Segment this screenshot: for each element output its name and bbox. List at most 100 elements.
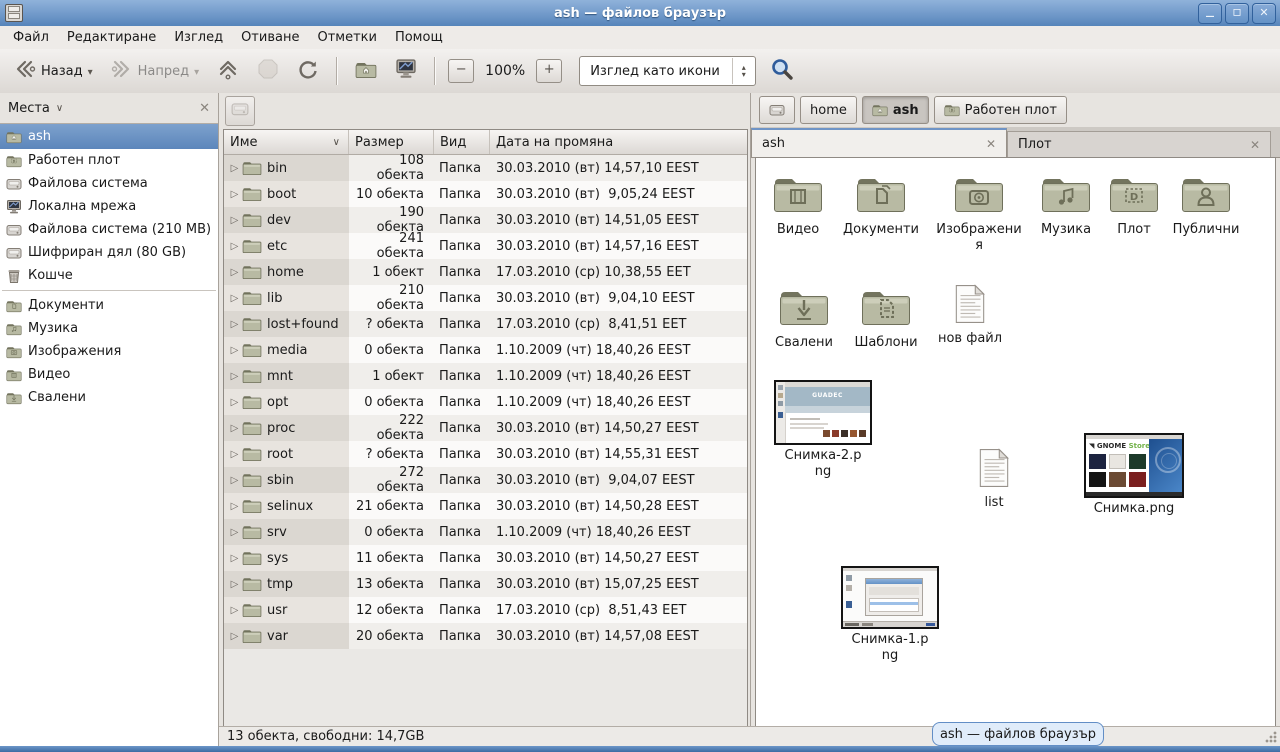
- resize-grip[interactable]: [1265, 731, 1277, 743]
- expander-icon[interactable]: [227, 189, 242, 200]
- computer-button[interactable]: [387, 53, 425, 89]
- table-row-mnt[interactable]: mnt1 обектПапка1.10.2009 (чт) 18,40,26 E…: [224, 363, 747, 389]
- home-button[interactable]: [347, 55, 385, 88]
- icon-item-Документи[interactable]: Документи: [835, 173, 927, 238]
- expander-icon[interactable]: [227, 475, 242, 486]
- expander-icon[interactable]: [227, 319, 242, 330]
- sidebar-close-icon[interactable]: [199, 101, 210, 116]
- places-selector[interactable]: Места: [8, 101, 63, 116]
- table-row-lib[interactable]: lib210 обектаПапка30.03.2010 (вт) 9,04,1…: [224, 285, 747, 311]
- breadcrumb-button-drive[interactable]: [759, 96, 795, 124]
- expander-icon[interactable]: [227, 163, 242, 174]
- table-row-tmp[interactable]: tmp13 обектаПапка30.03.2010 (вт) 15,07,2…: [224, 571, 747, 597]
- menu-item-2[interactable]: Изглед: [165, 28, 232, 47]
- zoom-in-button[interactable]: +: [536, 59, 562, 83]
- titlebar[interactable]: ash — файлов браузър: [0, 0, 1280, 27]
- expander-icon[interactable]: [227, 293, 242, 304]
- expander-icon[interactable]: [227, 605, 242, 616]
- expander-icon[interactable]: [227, 579, 242, 590]
- sidebar-item-Изображения[interactable]: Изображения: [0, 340, 218, 363]
- icon-view[interactable]: Видео Документи Изображения Музика D Пло…: [755, 157, 1276, 727]
- icon-item-Плот[interactable]: D Плот: [1099, 173, 1169, 238]
- table-row-usr[interactable]: usr12 обектаПапка17.03.2010 (ср) 8,51,43…: [224, 597, 747, 623]
- table-row-bin[interactable]: bin108 обектаПапка30.03.2010 (вт) 14,57,…: [224, 155, 747, 181]
- breadcrumb-button-Работен плот[interactable]: D Работен плот: [934, 96, 1067, 124]
- icon-item-Снимка-2.png[interactable]: GUADEC Снимка-2.png: [784, 380, 862, 479]
- expander-icon[interactable]: [227, 553, 242, 564]
- table-row-sbin[interactable]: sbin272 обектаПапка30.03.2010 (вт) 9,04,…: [224, 467, 747, 493]
- view-mode-select[interactable]: Изглед като икони ▴▾: [579, 56, 756, 86]
- sidebar-item-Музика[interactable]: Музика: [0, 317, 218, 340]
- menu-item-1[interactable]: Редактиране: [58, 28, 165, 47]
- table-row-boot[interactable]: boot10 обектаПапка30.03.2010 (вт) 9,05,2…: [224, 181, 747, 207]
- column-header-Дата на промяна[interactable]: Дата на промяна: [490, 130, 747, 154]
- search-button[interactable]: [770, 57, 794, 85]
- expander-icon[interactable]: [227, 527, 242, 538]
- table-row-root[interactable]: root? обектаПапка30.03.2010 (вт) 14,55,3…: [224, 441, 747, 467]
- sidebar-item-Кошче[interactable]: Кошче: [0, 264, 218, 287]
- tab-close-icon[interactable]: [1250, 138, 1260, 152]
- sidebar-item-Работен плот[interactable]: D Работен плот: [0, 149, 218, 172]
- menu-item-0[interactable]: Файл: [4, 28, 58, 47]
- table-row-etc[interactable]: etc241 обектаПапка30.03.2010 (вт) 14,57,…: [224, 233, 747, 259]
- expander-icon[interactable]: [227, 345, 242, 356]
- tab-ash[interactable]: ash: [751, 128, 1007, 157]
- tree-root-button[interactable]: [225, 96, 255, 126]
- expander-icon[interactable]: [227, 267, 242, 278]
- table-row-media[interactable]: media0 обектаПапка1.10.2009 (чт) 18,40,2…: [224, 337, 747, 363]
- stop-button[interactable]: [249, 53, 287, 89]
- expander-icon[interactable]: [227, 631, 242, 642]
- icon-item-Шаблони[interactable]: Шаблони: [846, 286, 926, 351]
- column-header-Вид[interactable]: Вид: [434, 130, 490, 154]
- zoom-out-button[interactable]: −: [448, 59, 474, 83]
- icon-item-нов файл[interactable]: нов файл: [930, 284, 1010, 347]
- menu-item-5[interactable]: Помощ: [386, 28, 452, 47]
- table-row-dev[interactable]: dev190 обектаПапка30.03.2010 (вт) 14,51,…: [224, 207, 747, 233]
- table-row-home[interactable]: home1 обектПапка17.03.2010 (ср) 10,38,55…: [224, 259, 747, 285]
- sidebar-item-Файлова система[interactable]: Файлова система: [0, 172, 218, 195]
- back-button[interactable]: Назад: [6, 53, 101, 89]
- taskbar-window-label[interactable]: ash — файлов браузър: [932, 722, 1104, 746]
- table-row-sys[interactable]: sys11 обектаПапка30.03.2010 (вт) 14,50,2…: [224, 545, 747, 571]
- forward-dropdown-icon[interactable]: [194, 64, 199, 79]
- expander-icon[interactable]: [227, 449, 242, 460]
- menu-item-4[interactable]: Отметки: [308, 28, 385, 47]
- sidebar-item-Документи[interactable]: Документи: [0, 294, 218, 317]
- table-row-var[interactable]: var20 обектаПапка30.03.2010 (вт) 14,57,0…: [224, 623, 747, 649]
- icon-item-list[interactable]: list: [959, 448, 1029, 511]
- column-header-Име[interactable]: Име: [224, 130, 349, 154]
- table-row-proc[interactable]: proc222 обектаПапка30.03.2010 (вт) 14,50…: [224, 415, 747, 441]
- minimize-button[interactable]: [1198, 3, 1222, 24]
- icon-item-Видео[interactable]: Видео: [758, 173, 838, 238]
- expander-icon[interactable]: [227, 241, 242, 252]
- close-button[interactable]: [1252, 3, 1276, 24]
- breadcrumb-button-home[interactable]: home: [800, 96, 857, 124]
- table-row-lost+found[interactable]: lost+found? обектаПапка17.03.2010 (ср) 8…: [224, 311, 747, 337]
- icon-item-Музика[interactable]: Музика: [1026, 173, 1106, 238]
- sidebar-item-Видео[interactable]: Видео: [0, 363, 218, 386]
- expander-icon[interactable]: [227, 397, 242, 408]
- table-row-srv[interactable]: srv0 обектаПапка1.10.2009 (чт) 18,40,26 …: [224, 519, 747, 545]
- expander-icon[interactable]: [227, 501, 242, 512]
- icon-item-Снимка.png[interactable]: ◥ GNOME Store Снимка.png: [1079, 433, 1189, 517]
- icon-item-Публични[interactable]: Публични: [1161, 173, 1251, 238]
- expander-icon[interactable]: [227, 215, 242, 226]
- icon-item-Снимка-1.png[interactable]: Снимка-1.png: [851, 566, 929, 663]
- up-button[interactable]: [209, 53, 247, 89]
- view-mode-spinner-icon[interactable]: ▴▾: [733, 64, 755, 78]
- sidebar-item-Свалени[interactable]: Свалени: [0, 386, 218, 409]
- reload-button[interactable]: [289, 53, 327, 89]
- back-dropdown-icon[interactable]: [88, 64, 93, 79]
- sidebar-item-ash[interactable]: ash: [0, 124, 218, 149]
- maximize-button[interactable]: [1225, 3, 1249, 24]
- expander-icon[interactable]: [227, 371, 242, 382]
- table-row-selinux[interactable]: selinux21 обектаПапка30.03.2010 (вт) 14,…: [224, 493, 747, 519]
- icon-item-Свалени[interactable]: Свалени: [764, 286, 844, 351]
- breadcrumb-button-ash[interactable]: ash: [862, 96, 929, 124]
- sidebar-item-Локална мрежа[interactable]: Локална мрежа: [0, 195, 218, 218]
- expander-icon[interactable]: [227, 423, 242, 434]
- icon-item-Изображения[interactable]: Изображения: [933, 173, 1025, 253]
- tab-Плот[interactable]: Плот: [1007, 131, 1271, 157]
- tab-close-icon[interactable]: [986, 137, 996, 151]
- column-header-Размер[interactable]: Размер: [349, 130, 434, 154]
